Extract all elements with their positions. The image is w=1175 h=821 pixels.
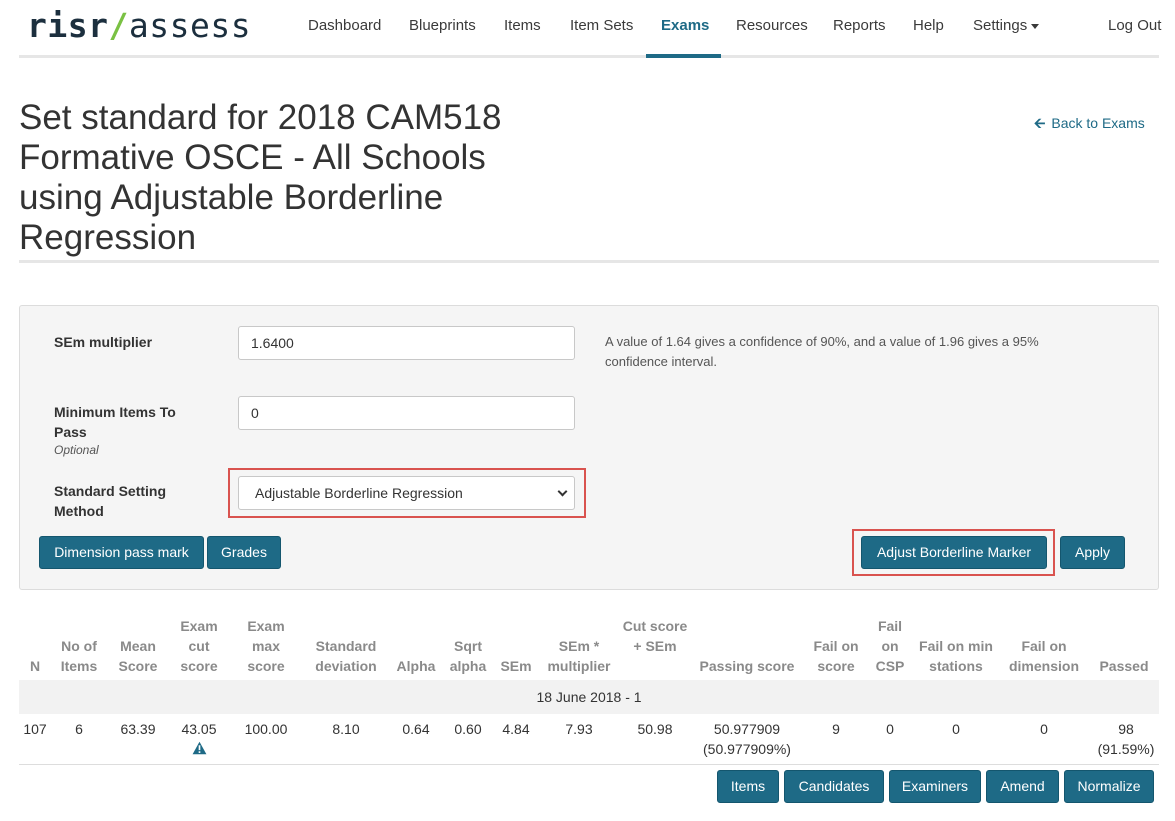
cell-fail-on-csp: 0	[886, 721, 894, 737]
nav-item-sets[interactable]: Item Sets	[570, 17, 633, 34]
col-header-exam-cut-score: Exam cut score	[180, 618, 218, 674]
cell-cut-score-sem: 50.98	[637, 721, 673, 737]
dimension-pass-mark-button[interactable]: Dimension pass mark	[39, 536, 204, 569]
group-row-date: 18 June 2018 - 1	[19, 680, 1159, 714]
col-header-fail-on-score: Fail on score	[813, 638, 859, 674]
nav-items[interactable]: Items	[504, 17, 541, 34]
logo-risr-text: risr	[27, 6, 109, 45]
cell-sem-multiplier: 7.93	[565, 721, 593, 737]
items-button[interactable]: Items	[717, 770, 779, 803]
col-header-sem-multiplier: SEm * multiplier	[547, 638, 611, 674]
col-header-cut-score-sem: Cut score + SEm	[622, 618, 688, 654]
logo-assess-text: assess	[128, 6, 252, 45]
top-navbar: risr/assess Dashboard Blueprints Items I…	[19, 0, 1161, 58]
amend-button[interactable]: Amend	[986, 770, 1059, 803]
standard-setting-form: SEm multiplier 1.6400 A value of 1.64 gi…	[19, 305, 1159, 590]
cell-mean-score: 63.39	[120, 721, 156, 737]
chevron-down-icon	[557, 486, 568, 497]
min-items-label: Minimum Items To Pass Optional	[54, 402, 204, 458]
col-header-no-of-items: No of Items	[60, 638, 98, 674]
cell-passed: 98 (91.59%)	[1097, 721, 1155, 757]
cell-fail-on-score: 9	[832, 721, 840, 737]
back-link-label: Back to Exams	[1051, 115, 1145, 131]
cell-passing-score: 50.977909 (50.977909%)	[703, 721, 791, 757]
nav-exams[interactable]: Exams	[661, 17, 709, 34]
col-header-n: N	[29, 658, 41, 674]
sem-help-text: A value of 1.64 gives a confidence of 90…	[605, 334, 1039, 369]
col-header-exam-max-score: Exam max score	[247, 618, 285, 674]
row-rule	[19, 764, 1159, 765]
col-header-passed: Passed	[1099, 658, 1149, 674]
cell-exam-cut-score: 43.05	[181, 721, 217, 737]
nav-resources[interactable]: Resources	[736, 17, 808, 34]
col-header-sem: SEm	[500, 658, 532, 674]
cell-n: 107	[23, 721, 47, 737]
col-header-sqrt-alpha: Sqrt alpha	[449, 638, 487, 674]
candidates-button[interactable]: Candidates	[784, 770, 884, 803]
col-header-fail-on-dimension: Fail on dimension	[1008, 638, 1079, 674]
method-select-value: Adjustable Borderline Regression	[255, 485, 463, 501]
adjust-borderline-marker-button[interactable]: Adjust Borderline Marker	[861, 536, 1047, 569]
nav-log-out[interactable]: Log Out	[1108, 17, 1161, 34]
cell-fail-on-min-stations: 0	[952, 721, 960, 737]
back-to-exams-link[interactable]: 🡨 Back to Exams	[1034, 113, 1145, 137]
grades-button[interactable]: Grades	[207, 536, 281, 569]
min-items-input[interactable]: 0	[238, 396, 575, 430]
risr-assess-logo[interactable]: risr/assess	[27, 6, 251, 45]
nav-help[interactable]: Help	[913, 17, 944, 34]
cell-fail-on-dimension: 0	[1040, 721, 1048, 737]
sem-multiplier-input[interactable]: 1.6400	[238, 326, 575, 360]
col-header-passing-score: Passing score	[699, 658, 795, 674]
min-items-label-text: Minimum Items To Pass	[54, 404, 176, 440]
examiners-button[interactable]: Examiners	[889, 770, 981, 803]
col-header-mean-score: Mean Score	[118, 638, 158, 674]
cell-sqrt-alpha: 0.60	[454, 721, 482, 737]
nav-settings-dropdown[interactable]: Settings	[973, 17, 1040, 34]
optional-hint: Optional	[54, 443, 99, 457]
nav-blueprints[interactable]: Blueprints	[409, 17, 476, 34]
method-label: Standard Setting Method	[54, 483, 167, 519]
cell-no-of-items: 6	[75, 721, 83, 737]
arrow-left-icon: 🡨	[1034, 115, 1046, 131]
nav-reports[interactable]: Reports	[833, 17, 886, 34]
cell-exam-max-score: 100.00	[244, 721, 288, 737]
sem-multiplier-label: SEm multiplier	[54, 334, 153, 350]
normalize-button[interactable]: Normalize	[1064, 770, 1154, 803]
nav-dashboard[interactable]: Dashboard	[308, 17, 381, 34]
cell-alpha: 0.64	[402, 721, 430, 737]
col-header-alpha: Alpha	[396, 658, 436, 674]
cell-standard-deviation: 8.10	[332, 721, 360, 737]
caret-down-icon	[1031, 23, 1040, 29]
col-header-fail-on-min-stations: Fail on min stations	[919, 638, 993, 674]
col-header-standard-deviation: Standard deviation	[315, 638, 377, 674]
title-divider	[19, 260, 1159, 263]
apply-button[interactable]: Apply	[1060, 536, 1125, 569]
col-header-fail-on-csp: Fail on CSP	[875, 618, 905, 674]
standard-setting-method-select[interactable]: Adjustable Borderline Regression	[238, 476, 575, 510]
page-title: Set standard for 2018 CAM518 Formative O…	[19, 98, 502, 257]
active-tab-indicator	[646, 54, 721, 58]
warning-triangle-icon[interactable]	[192, 741, 207, 755]
logo-slash: /	[108, 6, 129, 45]
cell-sem: 4.84	[502, 721, 530, 737]
nav-settings-label: Settings	[973, 17, 1028, 34]
